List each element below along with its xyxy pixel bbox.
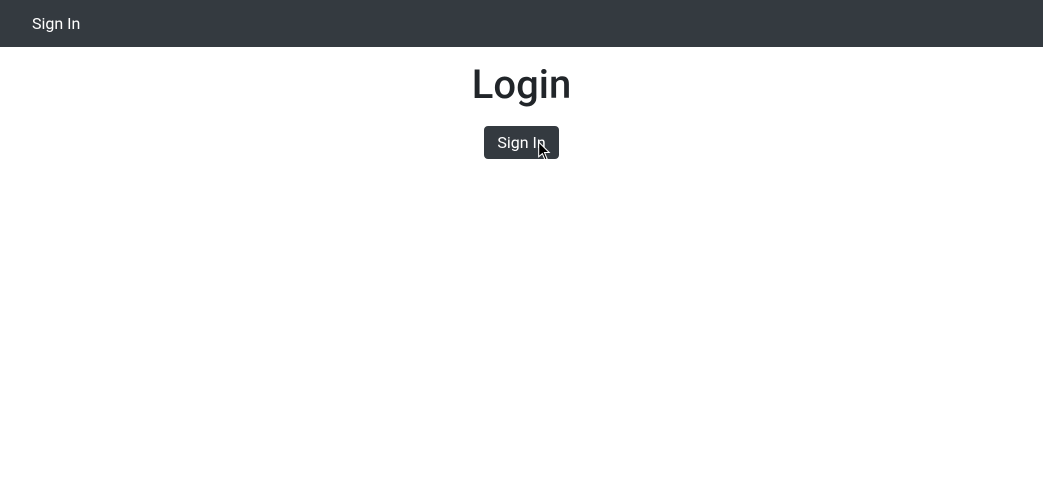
page-title: Login — [0, 61, 1043, 108]
main-content: Login Sign In — [0, 47, 1043, 159]
nav-signin-link[interactable]: Sign In — [16, 0, 96, 47]
signin-button[interactable]: Sign In — [484, 126, 558, 159]
navbar: Sign In — [0, 0, 1043, 47]
